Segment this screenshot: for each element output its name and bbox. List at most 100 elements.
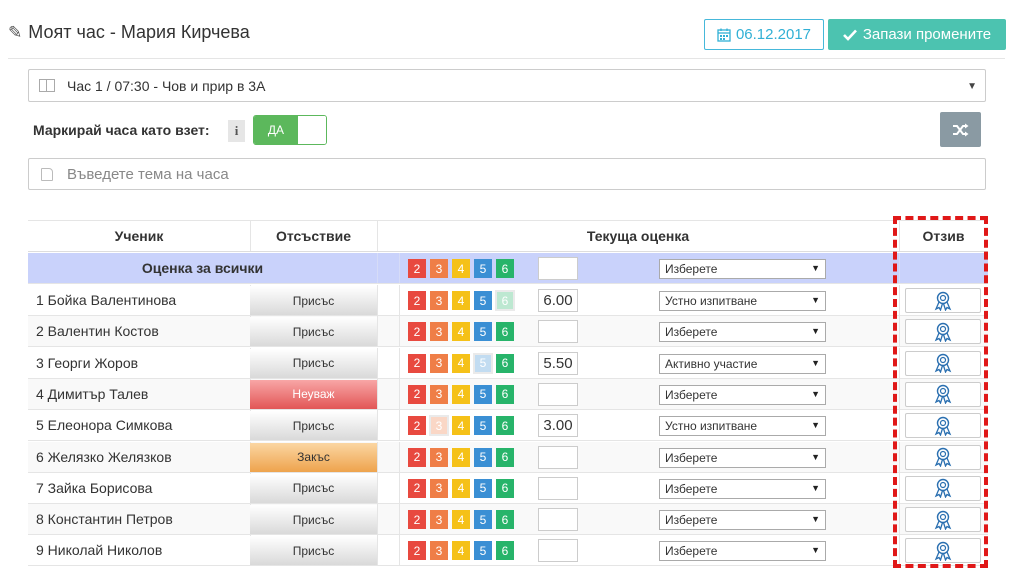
info-icon[interactable]: i: [228, 120, 245, 142]
grade-value-input[interactable]: 3.00: [538, 414, 578, 438]
grade-6-button[interactable]: 6: [496, 259, 514, 278]
feedback-button[interactable]: [905, 413, 981, 439]
grade-4-button[interactable]: 4: [452, 353, 470, 373]
grade-type-select[interactable]: Изберете ▼: [659, 541, 826, 562]
grade-type-select[interactable]: Изберете ▼: [659, 478, 826, 499]
shuffle-button[interactable]: [940, 112, 981, 147]
grade-6-button[interactable]: 6: [495, 290, 515, 311]
grade-2-button[interactable]: 2: [408, 478, 426, 498]
grade-3-button[interactable]: 3: [430, 541, 448, 561]
edit-icon: ✎: [8, 22, 23, 42]
grade-5-button[interactable]: 5: [474, 416, 492, 436]
lesson-topic-input[interactable]: Въведете тема на часа: [28, 158, 986, 190]
grade-4-button[interactable]: 4: [452, 291, 470, 310]
grade-value-input[interactable]: [538, 382, 578, 406]
grade-4-button[interactable]: 4: [452, 478, 470, 498]
grade-2-button[interactable]: 2: [408, 447, 426, 467]
grade-value-input[interactable]: [538, 445, 578, 469]
grade-5-button[interactable]: 5: [474, 478, 492, 498]
grade-5-button[interactable]: 5: [474, 291, 492, 310]
grade-all-value[interactable]: [538, 257, 578, 280]
grade-value-input[interactable]: 6.00: [538, 289, 578, 312]
grade-6-button[interactable]: 6: [496, 447, 514, 467]
grade-3-button[interactable]: 3: [430, 322, 448, 342]
grade-4-button[interactable]: 4: [452, 322, 470, 342]
grade-value-input[interactable]: [538, 320, 578, 344]
grade-type-value: Активно участие: [665, 356, 758, 371]
grade-6-button[interactable]: 6: [496, 478, 514, 498]
grade-type-select[interactable]: Изберете ▼: [659, 322, 826, 343]
grade-3-button[interactable]: 3: [430, 259, 448, 278]
feedback-button[interactable]: [905, 444, 981, 470]
grade-4-button[interactable]: 4: [452, 447, 470, 467]
feedback-button[interactable]: [905, 475, 981, 501]
grade-4-button[interactable]: 4: [452, 416, 470, 436]
grade-type-select[interactable]: Устно изпитване ▼: [659, 416, 826, 437]
grade-3-button[interactable]: 3: [430, 291, 448, 310]
grade-5-button[interactable]: 5: [474, 384, 492, 404]
feedback-button[interactable]: [905, 507, 981, 533]
save-changes-button[interactable]: Запази промените: [828, 19, 1006, 50]
grade-2-button[interactable]: 2: [408, 259, 426, 278]
absence-toggle[interactable]: Присъс: [250, 286, 377, 315]
feedback-button[interactable]: [905, 319, 981, 345]
lesson-select[interactable]: Час 1 / 07:30 - Чов и прир в 3А ▼: [28, 69, 986, 102]
grade-5-button[interactable]: 5: [473, 352, 493, 374]
grade-6-button[interactable]: 6: [496, 510, 514, 530]
grade-4-button[interactable]: 4: [452, 259, 470, 278]
absence-toggle[interactable]: Присъс: [250, 536, 377, 566]
grade-6-button[interactable]: 6: [496, 384, 514, 404]
mark-taken-label: Маркирай часа като взет:: [33, 122, 210, 138]
feedback-button[interactable]: [905, 350, 981, 376]
feedback-button[interactable]: [905, 288, 981, 313]
grade-value-input[interactable]: [538, 539, 578, 563]
grade-value-input[interactable]: 5.50: [538, 351, 578, 375]
absence-toggle[interactable]: Присъс: [250, 473, 377, 503]
grade-5-button[interactable]: 5: [474, 541, 492, 561]
grade-5-button[interactable]: 5: [474, 447, 492, 467]
grade-3-button[interactable]: 3: [430, 510, 448, 530]
absence-toggle[interactable]: Присъс: [250, 348, 377, 378]
grade-2-button[interactable]: 2: [408, 291, 426, 310]
absence-toggle[interactable]: Неуваж: [250, 379, 377, 409]
grade-4-button[interactable]: 4: [452, 510, 470, 530]
date-button[interactable]: 06.12.2017: [704, 19, 824, 50]
grade-3-button[interactable]: 3: [430, 447, 448, 467]
absence-toggle[interactable]: Присъс: [250, 411, 377, 441]
grade-2-button[interactable]: 2: [408, 322, 426, 342]
grade-2-button[interactable]: 2: [408, 416, 426, 436]
grade-2-button[interactable]: 2: [408, 510, 426, 530]
grade-6-button[interactable]: 6: [496, 541, 514, 561]
grade-type-select[interactable]: Изберете ▼: [659, 510, 826, 531]
grade-6-button[interactable]: 6: [496, 322, 514, 342]
feedback-button[interactable]: [905, 381, 981, 407]
grade-4-button[interactable]: 4: [452, 384, 470, 404]
grade-type-select[interactable]: Изберете ▼: [659, 447, 826, 468]
grade-value-input[interactable]: [538, 508, 578, 532]
grade-6-button[interactable]: 6: [496, 353, 514, 373]
grade-3-button[interactable]: 3: [430, 478, 448, 498]
absence-toggle[interactable]: Закъс: [250, 442, 377, 472]
mark-taken-toggle[interactable]: ДА: [253, 115, 327, 145]
chevron-down-icon: ▼: [811, 326, 820, 337]
grade-all-type-select[interactable]: Изберете ▼: [659, 259, 826, 279]
grade-3-button[interactable]: 3: [430, 353, 448, 373]
grade-3-button[interactable]: 3: [429, 415, 449, 437]
grade-6-button[interactable]: 6: [496, 416, 514, 436]
grade-5-button[interactable]: 5: [474, 322, 492, 342]
grade-2-button[interactable]: 2: [408, 541, 426, 561]
grade-5-button[interactable]: 5: [474, 259, 492, 278]
grade-all-buttons: 23456: [408, 259, 514, 278]
grade-5-button[interactable]: 5: [474, 510, 492, 530]
absence-toggle[interactable]: Присъс: [250, 317, 377, 347]
grade-4-button[interactable]: 4: [452, 541, 470, 561]
grade-2-button[interactable]: 2: [408, 353, 426, 373]
grade-type-select[interactable]: Изберете ▼: [659, 384, 826, 405]
absence-toggle[interactable]: Присъс: [250, 505, 377, 535]
grade-3-button[interactable]: 3: [430, 384, 448, 404]
feedback-button[interactable]: [905, 538, 981, 564]
grade-value-input[interactable]: [538, 476, 578, 500]
grade-type-select[interactable]: Активно участие ▼: [659, 353, 826, 374]
grade-2-button[interactable]: 2: [408, 384, 426, 404]
grade-type-select[interactable]: Устно изпитване ▼: [659, 291, 826, 311]
